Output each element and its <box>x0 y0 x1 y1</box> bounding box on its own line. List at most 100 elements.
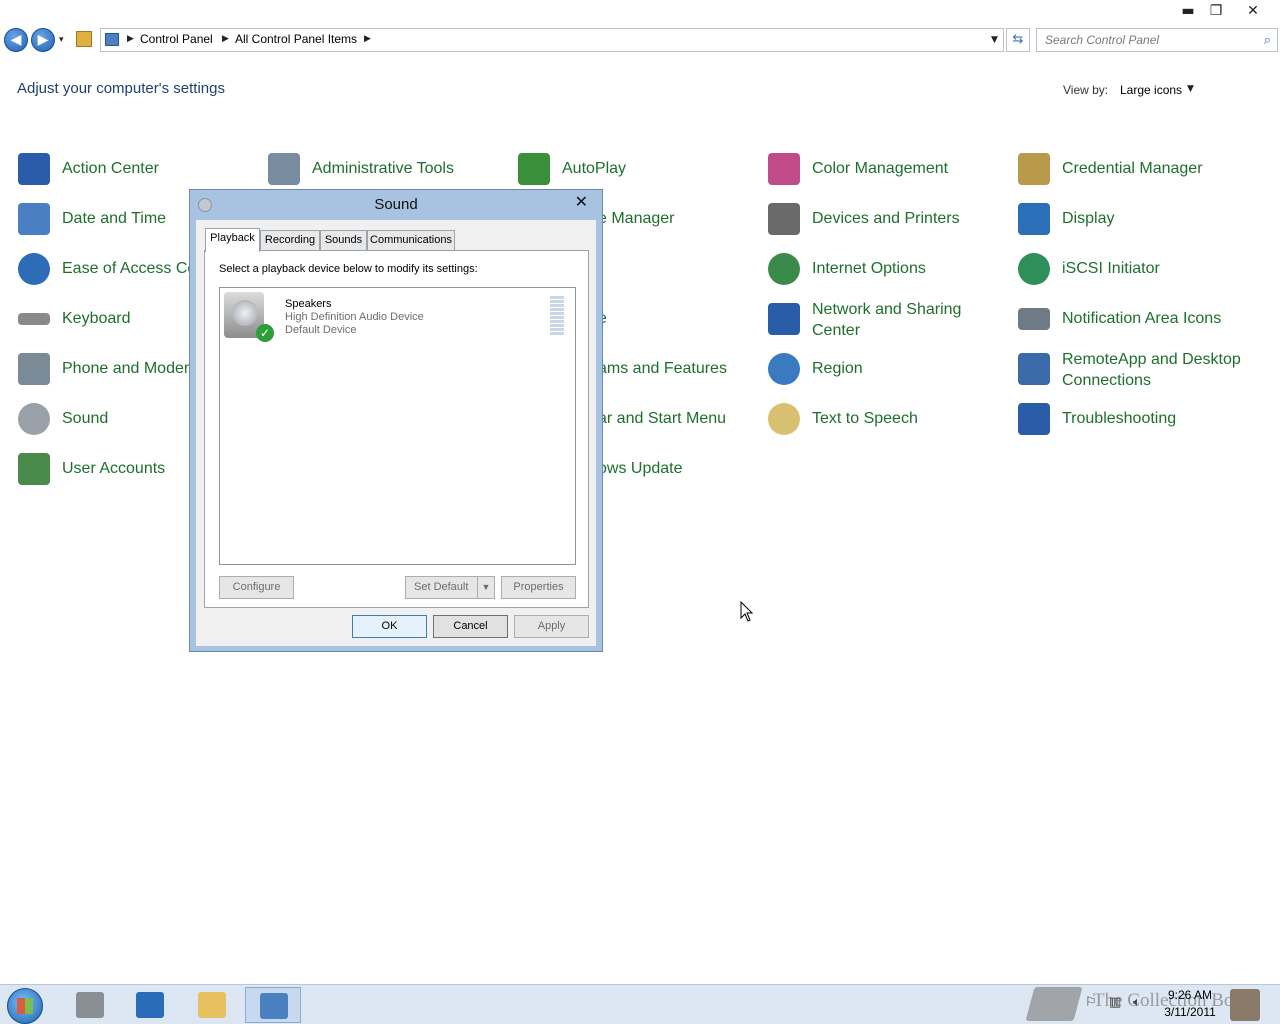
cp-item-credential-manager[interactable]: Credential Manager <box>1018 149 1263 189</box>
cp-item-label: Troubleshooting <box>1062 410 1177 427</box>
volume-tray-icon[interactable]: 🔈︎ <box>1133 995 1141 1010</box>
clock-date: 3/11/2011 <box>1164 1005 1216 1019</box>
phone-icon <box>18 353 50 385</box>
server-manager-icon <box>76 992 104 1018</box>
apply-button[interactable]: Apply <box>514 615 589 638</box>
close-button[interactable]: ✕ <box>1242 2 1264 20</box>
chevron-right-icon[interactable]: ▶ <box>364 34 371 44</box>
cp-item-label: RemoteApp and Desktop Connections <box>1062 351 1241 389</box>
chevron-right-icon[interactable]: ▶ <box>222 34 229 44</box>
tab-playback[interactable]: Playback <box>205 228 260 252</box>
set-default-button[interactable]: Set Default <box>405 576 479 599</box>
page-title: Adjust your computer's settings <box>17 80 225 97</box>
cp-item-autoplay[interactable]: AutoPlay <box>518 149 763 189</box>
tab-recording[interactable]: Recording <box>260 230 320 251</box>
cp-item-label: Network and Sharing Center <box>812 301 962 339</box>
taskbar-control-panel[interactable] <box>245 987 301 1023</box>
cp-item-label: Devices and Printers <box>812 210 960 227</box>
cp-item-label: Notification Area Icons <box>1062 310 1222 327</box>
device-list[interactable]: ✓ Speakers High Definition Audio Device … <box>219 287 576 565</box>
playback-instruction: Select a playback device below to modify… <box>219 263 478 275</box>
dialog-close-button[interactable]: ✕ <box>575 192 588 211</box>
cp-item-label: Region <box>812 360 863 377</box>
globe-clock-icon <box>768 353 800 385</box>
globe-icon <box>768 253 800 285</box>
ok-button[interactable]: OK <box>352 615 427 638</box>
network-tray-icon[interactable]: ▥ <box>1109 995 1121 1010</box>
device-description: High Definition Audio Device <box>285 311 424 323</box>
troubleshoot-icon <box>1018 403 1050 435</box>
properties-button[interactable]: Properties <box>501 576 576 599</box>
taskbar-server-manager[interactable] <box>62 987 118 1023</box>
minimize-button[interactable]: ▬ <box>1177 2 1199 20</box>
folder-icon <box>198 992 226 1018</box>
chevron-right-icon[interactable]: ▶ <box>127 34 134 44</box>
control-panel-icon <box>260 993 288 1019</box>
cp-item-display[interactable]: Display <box>1018 199 1263 239</box>
device-row-speakers[interactable]: ✓ Speakers High Definition Audio Device … <box>220 288 575 344</box>
breadcrumb-control-panel[interactable]: Control Panel <box>140 32 213 46</box>
navigation-bar: ◀ ▶ ▾ ▶ Control Panel ▶ All Control Pane… <box>0 26 1280 54</box>
autoplay-icon <box>518 153 550 185</box>
speaker-icon: ✓ <box>224 292 274 342</box>
cp-item-administrative-tools[interactable]: Administrative Tools <box>268 149 513 189</box>
search-input[interactable]: Search Control Panel ⌕ <box>1036 28 1278 52</box>
breadcrumb-all-items[interactable]: All Control Panel Items <box>235 32 357 46</box>
gear-checklist-icon <box>268 153 300 185</box>
cp-item-action-center[interactable]: Action Center <box>18 149 263 189</box>
cp-item-label: Credential Manager <box>1062 160 1203 177</box>
back-button[interactable]: ◀ <box>4 28 28 52</box>
chevron-down-icon[interactable]: ▼ <box>1187 84 1194 94</box>
cp-item-label: AutoPlay <box>562 160 627 177</box>
tab-sounds[interactable]: Sounds <box>320 230 367 251</box>
forward-button[interactable]: ▶ <box>31 28 55 52</box>
clock-time: 9:26 AM <box>1167 988 1213 1002</box>
action-center-flag-icon[interactable]: ⚐ <box>1085 995 1097 1010</box>
speech-bubble-icon <box>768 403 800 435</box>
window-titlebar: ▬ ❐ ✕ <box>0 0 1280 24</box>
calendar-clock-icon <box>18 203 50 235</box>
cp-item-label: iSCSI Initiator <box>1062 260 1160 277</box>
cp-item-region[interactable]: Region <box>768 349 1013 389</box>
cp-item-troubleshooting[interactable]: Troubleshooting <box>1018 399 1263 439</box>
default-check-icon: ✓ <box>256 324 274 342</box>
vault-icon <box>1018 153 1050 185</box>
address-dropdown-icon[interactable]: ▼ <box>991 35 998 45</box>
maximize-button[interactable]: ❐ <box>1205 2 1227 20</box>
flag-icon <box>18 153 50 185</box>
cp-item-remoteapp[interactable]: RemoteApp and Desktop Connections <box>1018 349 1263 389</box>
cp-item-iscsi-initiator[interactable]: iSCSI Initiator <box>1018 249 1263 289</box>
view-by-label: View by: <box>1063 83 1109 97</box>
address-bar[interactable]: ▶ Control Panel ▶ All Control Panel Item… <box>100 28 1004 52</box>
control-panel-icon <box>105 33 119 46</box>
refresh-button[interactable]: ⇆ <box>1006 28 1030 52</box>
user-avatar <box>1230 989 1260 1021</box>
search-icon[interactable]: ⌕ <box>1264 32 1271 48</box>
system-clock[interactable]: 9:26 AM 3/11/2011 <box>1160 987 1220 1021</box>
cancel-button[interactable]: Cancel <box>433 615 508 638</box>
cp-item-internet-options[interactable]: Internet Options <box>768 249 1013 289</box>
cp-item-text-to-speech[interactable]: Text to Speech <box>768 399 1013 439</box>
view-by-select[interactable]: Large icons <box>1120 83 1182 97</box>
keyboard-icon <box>18 313 50 325</box>
recent-pages-dropdown[interactable]: ▾ <box>59 35 64 45</box>
taskbar-powershell[interactable] <box>122 987 178 1023</box>
cp-item-color-management[interactable]: Color Management <box>768 149 1013 189</box>
taskbar-explorer[interactable] <box>184 987 240 1023</box>
cp-item-notification-area-icons[interactable]: Notification Area Icons <box>1018 299 1263 339</box>
cp-item-label: Administrative Tools <box>312 160 454 177</box>
set-default-dropdown[interactable]: ▼ <box>477 576 495 599</box>
configure-button[interactable]: Configure <box>219 576 294 599</box>
cp-item-network-sharing[interactable]: Network and Sharing Center <box>768 299 1013 339</box>
dialog-body: Playback Recording Sounds Communications… <box>196 220 596 646</box>
cp-item-label: Action Center <box>62 160 159 177</box>
up-folder-icon[interactable] <box>76 31 92 47</box>
search-placeholder: Search Control Panel <box>1045 33 1160 47</box>
device-name: Speakers <box>285 298 332 310</box>
tab-communications[interactable]: Communications <box>367 230 455 251</box>
cp-item-devices-printers[interactable]: Devices and Printers <box>768 199 1013 239</box>
mouse-cursor-icon <box>740 601 754 622</box>
globe-server-icon <box>1018 253 1050 285</box>
users-icon <box>18 453 50 485</box>
start-button[interactable] <box>7 988 43 1024</box>
